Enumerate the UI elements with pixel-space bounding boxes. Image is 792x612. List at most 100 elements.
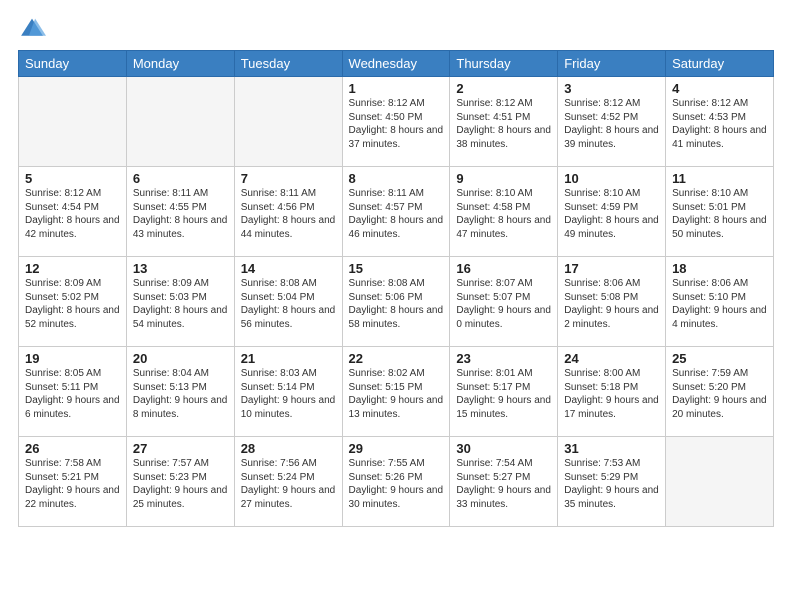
cal-cell: 6 Sunrise: 8:11 AMSunset: 4:55 PMDaylight… bbox=[126, 167, 234, 257]
cal-cell: 10 Sunrise: 8:10 AMSunset: 4:59 PMDayligh… bbox=[558, 167, 666, 257]
day-number: 22 bbox=[349, 351, 444, 366]
day-header-saturday: Saturday bbox=[666, 51, 774, 77]
cal-cell: 12 Sunrise: 8:09 AMSunset: 5:02 PMDayligh… bbox=[19, 257, 127, 347]
cal-cell: 21 Sunrise: 8:03 AMSunset: 5:14 PMDayligh… bbox=[234, 347, 342, 437]
cal-cell: 4 Sunrise: 8:12 AMSunset: 4:53 PMDaylight… bbox=[666, 77, 774, 167]
cal-cell bbox=[19, 77, 127, 167]
cal-cell: 2 Sunrise: 8:12 AMSunset: 4:51 PMDaylight… bbox=[450, 77, 558, 167]
cal-cell: 11Sunrise: 8:10 AMSunset: 5:01 PMDayligh… bbox=[666, 167, 774, 257]
cell-text: Sunrise: 8:09 AMSunset: 5:02 PMDaylight:… bbox=[25, 278, 120, 330]
cell-text: Sunrise: 8:07 AMSunset: 5:07 PMDaylight:… bbox=[456, 278, 551, 330]
cal-cell bbox=[666, 437, 774, 527]
day-number: 5 bbox=[25, 171, 120, 186]
day-header-sunday: Sunday bbox=[19, 51, 127, 77]
cell-text: Sunrise: 8:08 AMSunset: 5:06 PMDaylight:… bbox=[349, 278, 444, 330]
cell-text: Sunrise: 8:08 AMSunset: 5:04 PMDaylight:… bbox=[241, 278, 336, 330]
day-number: 15 bbox=[349, 261, 444, 276]
cal-cell: 22 Sunrise: 8:02 AMSunset: 5:15 PMDayligh… bbox=[342, 347, 450, 437]
day-number: 20 bbox=[133, 351, 228, 366]
cell-text: Sunrise: 7:54 AMSunset: 5:27 PMDaylight:… bbox=[456, 458, 551, 510]
cell-text: Sunrise: 8:09 AMSunset: 5:03 PMDaylight:… bbox=[133, 278, 228, 330]
week-row-2: 12 Sunrise: 8:09 AMSunset: 5:02 PMDayligh… bbox=[19, 257, 774, 347]
cell-text: Sunrise: 7:58 AMSunset: 5:21 PMDaylight:… bbox=[25, 458, 120, 510]
page: SundayMondayTuesdayWednesdayThursdayFrid… bbox=[0, 0, 792, 612]
calendar-table: SundayMondayTuesdayWednesdayThursdayFrid… bbox=[18, 50, 774, 527]
day-number: 1 bbox=[349, 81, 444, 96]
calendar-body: 1Sunrise: 8:12 AMSunset: 4:50 PMDaylight… bbox=[19, 77, 774, 527]
cell-text: Sunrise: 8:02 AMSunset: 5:15 PMDaylight:… bbox=[349, 368, 444, 420]
day-number: 9 bbox=[456, 171, 551, 186]
week-row-4: 26Sunrise: 7:58 AMSunset: 5:21 PMDayligh… bbox=[19, 437, 774, 527]
day-number: 27 bbox=[133, 441, 228, 456]
cal-cell: 17 Sunrise: 8:06 AMSunset: 5:08 PMDayligh… bbox=[558, 257, 666, 347]
cal-cell: 31 Sunrise: 7:53 AMSunset: 5:29 PMDayligh… bbox=[558, 437, 666, 527]
cal-cell: 14 Sunrise: 8:08 AMSunset: 5:04 PMDayligh… bbox=[234, 257, 342, 347]
day-number: 4 bbox=[672, 81, 767, 96]
cal-cell: 13 Sunrise: 8:09 AMSunset: 5:03 PMDayligh… bbox=[126, 257, 234, 347]
cell-text: Sunrise: 8:06 AMSunset: 5:10 PMDaylight:… bbox=[672, 278, 767, 330]
day-number: 16 bbox=[456, 261, 551, 276]
day-header-friday: Friday bbox=[558, 51, 666, 77]
cell-text: Sunrise: 8:06 AMSunset: 5:08 PMDaylight:… bbox=[564, 278, 659, 330]
cell-text: Sunrise: 8:12 AMSunset: 4:51 PMDaylight:… bbox=[456, 98, 551, 150]
cal-cell bbox=[234, 77, 342, 167]
week-row-1: 5 Sunrise: 8:12 AMSunset: 4:54 PMDaylight… bbox=[19, 167, 774, 257]
day-number: 28 bbox=[241, 441, 336, 456]
cal-cell: 9 Sunrise: 8:10 AMSunset: 4:58 PMDaylight… bbox=[450, 167, 558, 257]
cal-cell: 24 Sunrise: 8:00 AMSunset: 5:18 PMDayligh… bbox=[558, 347, 666, 437]
cell-text: Sunrise: 8:10 AMSunset: 4:58 PMDaylight:… bbox=[456, 188, 551, 240]
logo-icon bbox=[18, 14, 46, 42]
cal-cell: 30Sunrise: 7:54 AMSunset: 5:27 PMDayligh… bbox=[450, 437, 558, 527]
cal-cell: 3 Sunrise: 8:12 AMSunset: 4:52 PMDaylight… bbox=[558, 77, 666, 167]
day-headers-row: SundayMondayTuesdayWednesdayThursdayFrid… bbox=[19, 51, 774, 77]
day-number: 24 bbox=[564, 351, 659, 366]
cell-text: Sunrise: 7:56 AMSunset: 5:24 PMDaylight:… bbox=[241, 458, 336, 510]
day-number: 31 bbox=[564, 441, 659, 456]
day-number: 7 bbox=[241, 171, 336, 186]
cal-cell: 8 Sunrise: 8:11 AMSunset: 4:57 PMDaylight… bbox=[342, 167, 450, 257]
day-number: 17 bbox=[564, 261, 659, 276]
cal-cell: 20 Sunrise: 8:04 AMSunset: 5:13 PMDayligh… bbox=[126, 347, 234, 437]
day-number: 29 bbox=[349, 441, 444, 456]
day-header-tuesday: Tuesday bbox=[234, 51, 342, 77]
day-header-wednesday: Wednesday bbox=[342, 51, 450, 77]
cell-text: Sunrise: 7:59 AMSunset: 5:20 PMDaylight:… bbox=[672, 368, 767, 420]
day-number: 3 bbox=[564, 81, 659, 96]
cell-text: Sunrise: 8:11 AMSunset: 4:57 PMDaylight:… bbox=[349, 188, 444, 240]
cal-cell: 29 Sunrise: 7:55 AMSunset: 5:26 PMDayligh… bbox=[342, 437, 450, 527]
cell-text: Sunrise: 8:04 AMSunset: 5:13 PMDaylight:… bbox=[133, 368, 228, 420]
cell-text: Sunrise: 8:12 AMSunset: 4:52 PMDaylight:… bbox=[564, 98, 659, 150]
cal-cell: 27 Sunrise: 7:57 AMSunset: 5:23 PMDayligh… bbox=[126, 437, 234, 527]
day-number: 21 bbox=[241, 351, 336, 366]
day-number: 13 bbox=[133, 261, 228, 276]
day-header-monday: Monday bbox=[126, 51, 234, 77]
cal-cell: 28 Sunrise: 7:56 AMSunset: 5:24 PMDayligh… bbox=[234, 437, 342, 527]
day-number: 10 bbox=[564, 171, 659, 186]
cal-cell: 7Sunrise: 8:11 AMSunset: 4:56 PMDaylight… bbox=[234, 167, 342, 257]
cal-cell: 1Sunrise: 8:12 AMSunset: 4:50 PMDaylight… bbox=[342, 77, 450, 167]
cal-cell: 19Sunrise: 8:05 AMSunset: 5:11 PMDayligh… bbox=[19, 347, 127, 437]
cal-cell bbox=[126, 77, 234, 167]
day-number: 19 bbox=[25, 351, 120, 366]
week-row-0: 1Sunrise: 8:12 AMSunset: 4:50 PMDaylight… bbox=[19, 77, 774, 167]
day-number: 12 bbox=[25, 261, 120, 276]
cell-text: Sunrise: 8:12 AMSunset: 4:53 PMDaylight:… bbox=[672, 98, 767, 150]
cell-text: Sunrise: 8:10 AMSunset: 5:01 PMDaylight:… bbox=[672, 188, 767, 240]
cal-cell: 15 Sunrise: 8:08 AMSunset: 5:06 PMDayligh… bbox=[342, 257, 450, 347]
cell-text: Sunrise: 8:11 AMSunset: 4:55 PMDaylight:… bbox=[133, 188, 228, 240]
cell-text: Sunrise: 7:55 AMSunset: 5:26 PMDaylight:… bbox=[349, 458, 444, 510]
cell-text: Sunrise: 7:53 AMSunset: 5:29 PMDaylight:… bbox=[564, 458, 659, 510]
cell-text: Sunrise: 8:00 AMSunset: 5:18 PMDaylight:… bbox=[564, 368, 659, 420]
cal-cell: 26Sunrise: 7:58 AMSunset: 5:21 PMDayligh… bbox=[19, 437, 127, 527]
cell-text: Sunrise: 7:57 AMSunset: 5:23 PMDaylight:… bbox=[133, 458, 228, 510]
day-number: 8 bbox=[349, 171, 444, 186]
cell-text: Sunrise: 8:12 AMSunset: 4:54 PMDaylight:… bbox=[25, 188, 120, 240]
day-number: 14 bbox=[241, 261, 336, 276]
cell-text: Sunrise: 8:03 AMSunset: 5:14 PMDaylight:… bbox=[241, 368, 336, 420]
header bbox=[0, 0, 792, 50]
cell-text: Sunrise: 8:10 AMSunset: 4:59 PMDaylight:… bbox=[564, 188, 659, 240]
day-number: 2 bbox=[456, 81, 551, 96]
day-number: 6 bbox=[133, 171, 228, 186]
cal-cell: 25Sunrise: 7:59 AMSunset: 5:20 PMDayligh… bbox=[666, 347, 774, 437]
cal-cell: 16 Sunrise: 8:07 AMSunset: 5:07 PMDayligh… bbox=[450, 257, 558, 347]
